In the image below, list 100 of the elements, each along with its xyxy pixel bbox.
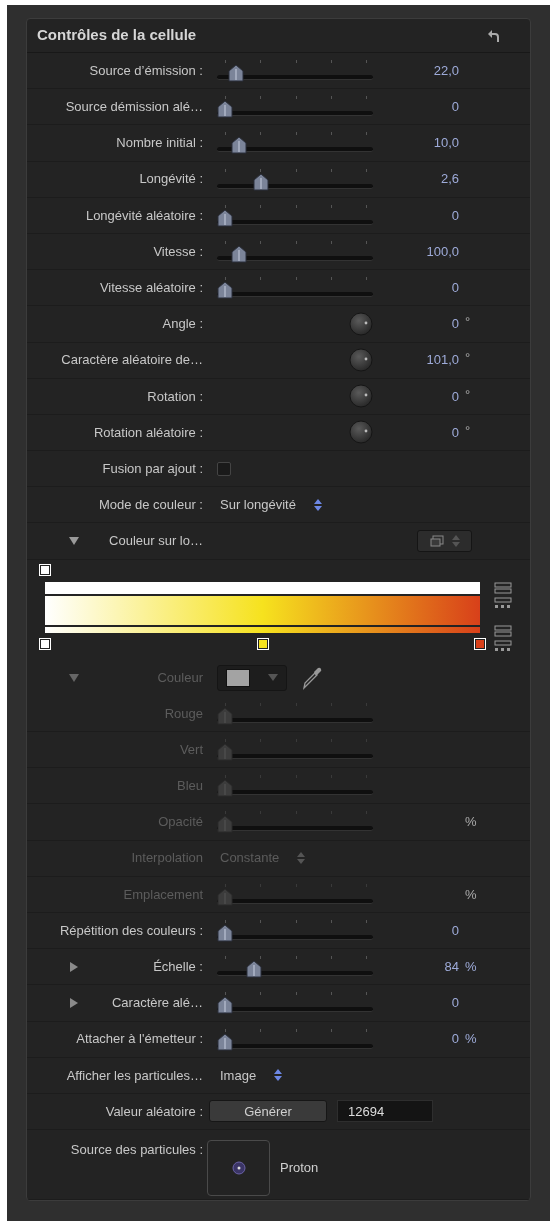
unit-text: °: [465, 421, 471, 440]
slider-track[interactable]: [217, 925, 373, 943]
value-text[interactable]: 2,6: [440, 169, 459, 189]
slider-thumb[interactable]: [217, 209, 233, 227]
source-name: Proton: [280, 1159, 319, 1178]
value-text[interactable]: 0: [451, 277, 459, 298]
value-text[interactable]: 0: [451, 920, 459, 941]
value-text[interactable]: 0: [451, 314, 459, 334]
slider-thumb[interactable]: [217, 282, 233, 300]
value-text[interactable]: 0: [451, 97, 459, 117]
value-text[interactable]: 0: [451, 205, 459, 226]
slider-track[interactable]: [217, 888, 373, 906]
slider-track[interactable]: [217, 744, 373, 762]
field-label: Vitesse :: [153, 242, 203, 261]
slider-thumb[interactable]: [217, 925, 233, 943]
caret-icon: [268, 673, 278, 682]
slider-thumb[interactable]: [253, 173, 270, 191]
field-label: Source démission alé…: [65, 98, 203, 117]
field-label: Opacité: [158, 813, 203, 832]
slider-track[interactable]: [217, 997, 373, 1015]
field-label: Vert: [179, 740, 203, 759]
field-label: Angle :: [162, 315, 203, 334]
value-text[interactable]: 100,0: [426, 241, 459, 262]
unit-text: °: [465, 385, 471, 404]
unit-text: %: [465, 1030, 477, 1049]
unit-text: %: [465, 957, 477, 976]
slider-track[interactable]: [217, 1033, 373, 1051]
split-bars-icon[interactable]: [494, 639, 512, 652]
unit-text: °: [465, 349, 471, 368]
stacked-bars-icon[interactable]: [494, 581, 512, 594]
value-text[interactable]: 10,0: [433, 133, 459, 153]
slider-track[interactable]: [217, 707, 373, 725]
field-label: Rotation aléatoire :: [93, 423, 203, 442]
slider-track[interactable]: [217, 101, 373, 119]
field-label: Interpolation: [131, 849, 203, 868]
field-label: Couleur: [157, 668, 203, 687]
value-text[interactable]: 22,0: [433, 60, 459, 81]
up-down-arrows-icon: [274, 1069, 283, 1082]
slider-thumb[interactable]: [228, 65, 245, 83]
layers-icon: [429, 535, 444, 548]
particle-icon: [231, 1161, 246, 1176]
value-text[interactable]: 0: [451, 993, 459, 1013]
up-down-arrows-icon: [313, 498, 322, 511]
triangle-down-icon[interactable]: [69, 536, 79, 547]
slider-track[interactable]: [217, 65, 373, 83]
field-label: Emplacement: [123, 885, 203, 904]
slider-track[interactable]: [217, 246, 373, 264]
checkbox[interactable]: [217, 461, 231, 476]
slider-track[interactable]: [217, 173, 373, 191]
gradient-stop[interactable]: [474, 637, 486, 650]
dial-knob[interactable]: [349, 384, 373, 409]
slider-thumb[interactable]: [246, 961, 263, 979]
field-label: Mode de couleur :: [98, 496, 203, 515]
slider-track[interactable]: [217, 816, 373, 834]
thumbnail-well[interactable]: [207, 1140, 270, 1197]
field-label: Valeur aléatoire :: [105, 1102, 203, 1121]
slider-thumb[interactable]: [231, 246, 247, 264]
slider-thumb[interactable]: [231, 137, 247, 155]
field-label: Source des particules :: [70, 1141, 203, 1160]
popup-menu[interactable]: Sur longévité: [217, 495, 325, 515]
field-label: Nombre initial :: [116, 134, 203, 153]
slider-thumb[interactable]: [217, 1033, 233, 1051]
unit-text: °: [465, 313, 471, 332]
split-bars-icon[interactable]: [494, 596, 512, 609]
value-text[interactable]: 101,0: [426, 350, 459, 370]
gradient-stop[interactable]: [256, 637, 269, 650]
field-label: Longévité :: [139, 170, 203, 189]
color-well[interactable]: [217, 664, 287, 691]
field-label: Vitesse aléatoire :: [99, 278, 203, 297]
field-label: Attacher à l'émetteur :: [76, 1030, 203, 1049]
dial-knob[interactable]: [349, 420, 373, 445]
gradient-stop[interactable]: [39, 637, 51, 650]
slider-thumb[interactable]: [217, 101, 233, 119]
triangle-right-icon[interactable]: [69, 961, 79, 972]
triangle-right-icon[interactable]: [69, 997, 79, 1008]
popup-menu[interactable]: Image: [217, 1065, 286, 1086]
unit-text: %: [465, 885, 477, 904]
slider-thumb[interactable]: [217, 997, 233, 1015]
stacked-bars-icon[interactable]: [494, 624, 512, 637]
value-text[interactable]: 0: [451, 386, 459, 407]
slider-track[interactable]: [217, 961, 373, 979]
slider-track[interactable]: [217, 780, 373, 798]
seed-field[interactable]: 12694: [337, 1100, 433, 1123]
gradient-stop[interactable]: [39, 563, 51, 576]
slider-track[interactable]: [217, 282, 373, 300]
gradient-bar[interactable]: [45, 595, 480, 625]
eyedropper-icon[interactable]: [301, 665, 323, 690]
opacity-bar[interactable]: [45, 581, 480, 594]
slider-track[interactable]: [217, 209, 373, 227]
preset-popup-button[interactable]: [417, 530, 472, 553]
undo-icon[interactable]: [488, 28, 500, 43]
value-text[interactable]: 0: [451, 422, 459, 443]
value-text[interactable]: 84: [444, 956, 459, 977]
dial-knob[interactable]: [349, 348, 373, 373]
slider-track[interactable]: [217, 137, 373, 155]
generate-button[interactable]: Générer: [209, 1100, 327, 1123]
value-text[interactable]: 0: [451, 1029, 459, 1049]
dial-knob[interactable]: [349, 311, 373, 336]
up-down-arrows-icon: [451, 535, 460, 548]
field-label: Caractère alé…: [111, 994, 203, 1013]
